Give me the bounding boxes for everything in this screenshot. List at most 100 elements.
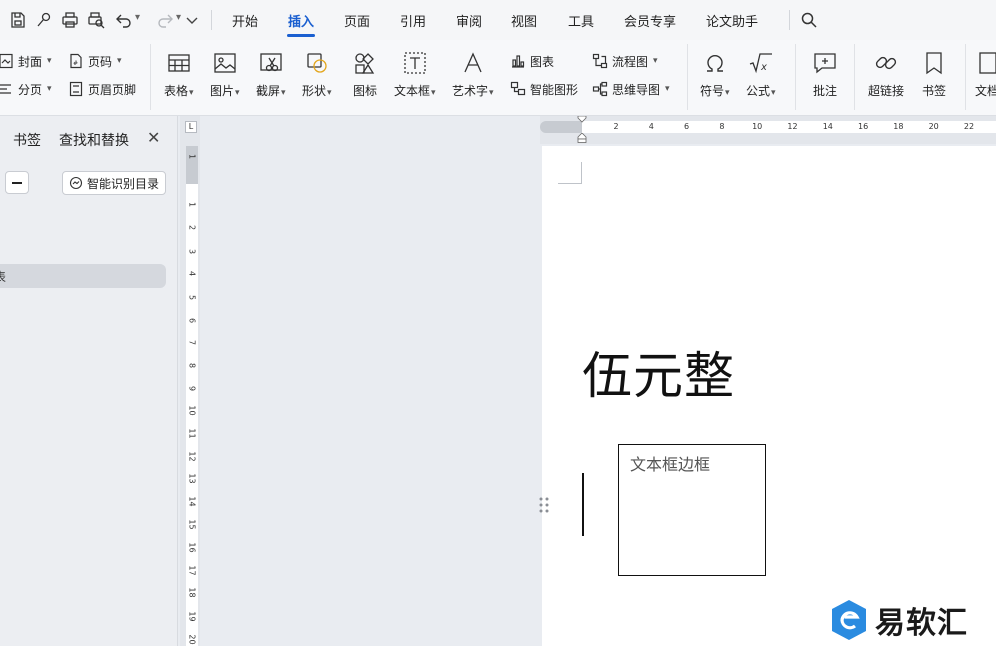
tab-thesis-assistant[interactable]: 论文助手: [706, 11, 758, 30]
horizontal-ruler-tick-label: 6: [684, 122, 690, 131]
watermark-logo: 易软汇: [829, 598, 968, 642]
format-painter-icon[interactable]: [35, 11, 53, 29]
flowchart-button[interactable]: 流程图 ▾: [592, 51, 658, 71]
redo-icon[interactable]: [156, 11, 174, 29]
horizontal-ruler: 2 4 6 8 10 12 14 16 18 20 22: [540, 116, 996, 144]
save-icon[interactable]: [9, 11, 27, 29]
tab-home[interactable]: 开始: [232, 11, 258, 30]
bookmark-button[interactable]: 书签: [921, 50, 947, 99]
undo-icon[interactable]: [115, 11, 133, 29]
symbol-button[interactable]: 符号▾: [700, 50, 730, 99]
comment-button[interactable]: 批注: [812, 50, 838, 99]
toc-item-label: 表: [0, 270, 7, 284]
workspace-background: [200, 116, 542, 646]
close-icon[interactable]: ✕: [147, 130, 160, 146]
vertical-ruler: L 1 1 2 3 4 5 6 7 8 9 10 11 12 13 14 15 16 17 18 19 20: [180, 116, 200, 646]
shape-button[interactable]: 形状▾: [302, 50, 332, 99]
pane-tab-find-replace[interactable]: 查找和替换: [59, 130, 129, 150]
ribbon-separator: [795, 44, 796, 110]
more-chevron-icon[interactable]: [183, 12, 201, 30]
link-icon: [875, 56, 897, 70]
vertical-ruler-tick-label: 6: [187, 317, 197, 324]
horizontal-ruler-tick-label: 2: [613, 122, 619, 131]
omega-icon: [706, 54, 723, 72]
table-button[interactable]: 表格▾: [164, 50, 194, 99]
chart-icon: [512, 55, 525, 68]
smart-graphic-icon: [510, 81, 526, 96]
vertical-ruler-tick-label: 12: [187, 451, 197, 462]
tab-insert[interactable]: 插入: [288, 11, 314, 30]
minus-icon: [12, 181, 22, 184]
comment-icon: [814, 53, 836, 74]
horizontal-ruler-tick-label: 10: [752, 122, 763, 131]
tab-member[interactable]: 会员专享: [624, 11, 676, 30]
vertical-ruler-tick-label: 13: [187, 473, 197, 484]
smart-toc-icon: [69, 176, 83, 190]
document-page[interactable]: 伍元整 文本框边框: [542, 146, 996, 646]
icon-gallery-icon: [355, 53, 375, 74]
document-textbox[interactable]: 文本框边框: [618, 444, 766, 576]
collapse-all-button[interactable]: [5, 171, 29, 194]
print-icon[interactable]: [61, 11, 79, 29]
search-icon[interactable]: [800, 11, 818, 29]
cover-icon: [0, 53, 13, 69]
header-footer-button[interactable]: 页眉页脚: [68, 79, 136, 99]
tab-references[interactable]: 引用: [400, 11, 426, 30]
wordart-button[interactable]: 艺术字▾: [452, 50, 494, 99]
vertical-ruler-tick-label: 3: [187, 248, 197, 255]
vertical-ruler-tick-label: 17: [187, 565, 197, 576]
drag-handle-icon[interactable]: [538, 496, 550, 514]
horizontal-ruler-tick-label: 8: [719, 122, 725, 131]
page-break-button[interactable]: 分页 ▾: [0, 79, 52, 99]
document-heading[interactable]: 伍元整: [582, 336, 735, 408]
textbox-button[interactable]: 文本框▾: [394, 50, 436, 99]
text-cursor: [582, 473, 584, 536]
tab-page[interactable]: 页面: [344, 11, 370, 30]
vertical-ruler-tick-label: 1: [187, 153, 197, 160]
formula-button[interactable]: x 公式▾: [746, 50, 776, 99]
doc-part-button[interactable]: 文档: [975, 50, 996, 99]
toc-item-selected[interactable]: 表: [0, 264, 166, 288]
navigation-pane: 书签 查找和替换 ✕ 智能识别目录 表: [0, 116, 178, 646]
cover-button[interactable]: 封面 ▾: [0, 51, 52, 71]
smart-toc-button[interactable]: 智能识别目录: [62, 171, 166, 195]
tab-tools[interactable]: 工具: [568, 11, 594, 30]
page-corner-mark: [558, 162, 582, 184]
screenshot-button[interactable]: 截屏▾: [256, 50, 286, 99]
horizontal-ruler-tick-label: 4: [648, 122, 654, 131]
pane-tab-bookmark[interactable]: 书签: [13, 130, 41, 150]
horizontal-ruler-margin: [540, 121, 582, 133]
first-line-indent-marker[interactable]: [577, 116, 587, 123]
vertical-ruler-tick-label: 7: [187, 339, 197, 346]
vertical-ruler-tick-label: 1: [187, 201, 197, 208]
vertical-ruler-tick-label: 14: [187, 496, 197, 507]
icon-button[interactable]: 图标: [352, 50, 378, 99]
tab-stop-selector[interactable]: L: [185, 121, 197, 133]
screenshot-icon: [260, 53, 282, 72]
vertical-ruler-tick-label: 10: [187, 405, 197, 416]
ribbon-separator: [150, 44, 151, 110]
undo-dropdown-icon[interactable]: ▾: [135, 12, 140, 23]
ribbon-separator: [854, 44, 855, 110]
tab-view[interactable]: 视图: [511, 11, 537, 30]
vertical-ruler-tick-label: 18: [187, 587, 197, 598]
redo-dropdown-icon[interactable]: ▾: [176, 12, 181, 23]
chart-button[interactable]: 图表: [510, 51, 554, 71]
print-preview-icon[interactable]: [87, 11, 105, 29]
hyperlink-button[interactable]: 超链接: [868, 50, 904, 99]
menu-separator: [211, 10, 212, 30]
tab-review[interactable]: 审阅: [456, 11, 482, 30]
mindmap-button[interactable]: 思维导图 ▾: [592, 79, 670, 99]
picture-button[interactable]: 图片▾: [210, 50, 240, 99]
vertical-ruler-tick-label: 9: [187, 385, 197, 392]
picture-icon: [214, 53, 236, 73]
ribbon-separator: [965, 44, 966, 110]
textbox-text[interactable]: 文本框边框: [630, 451, 710, 475]
wordart-icon: [464, 52, 482, 73]
vertical-ruler-tick-label: 5: [187, 294, 197, 301]
mindmap-icon: [592, 81, 608, 97]
page-number-button[interactable]: # 页码 ▾: [68, 51, 122, 71]
left-indent-marker[interactable]: [577, 133, 587, 143]
smart-graphic-button[interactable]: 智能图形: [510, 79, 578, 99]
vertical-ruler-tick-label: 4: [187, 270, 197, 277]
